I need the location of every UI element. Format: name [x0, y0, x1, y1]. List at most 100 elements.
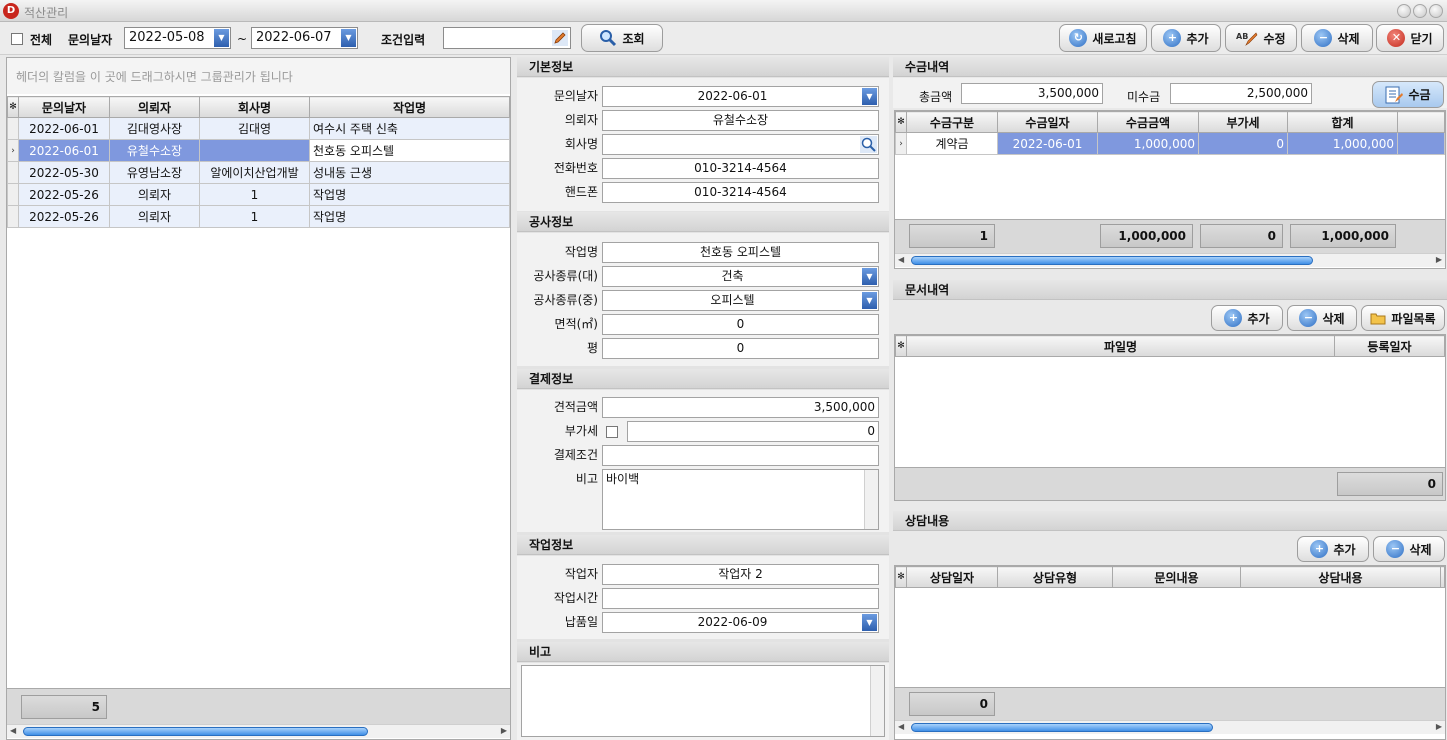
cell-sum[interactable]: 1,000,000	[1287, 132, 1398, 155]
search-button[interactable]: 조회	[581, 24, 663, 52]
column-header[interactable]: 수금일자	[997, 111, 1098, 133]
horizontal-scrollbar[interactable]: ◀ ▶	[895, 720, 1445, 734]
column-header[interactable]	[1397, 111, 1445, 133]
cell-job[interactable]: 성내동 근생	[309, 161, 510, 184]
chevron-down-icon[interactable]: ▼	[862, 292, 877, 309]
column-header[interactable]: 등록일자	[1334, 335, 1445, 357]
scrollbar-thumb[interactable]	[911, 723, 1213, 732]
column-header[interactable]: 수금금액	[1097, 111, 1199, 133]
column-header[interactable]: 합계	[1287, 111, 1398, 133]
consult-delete-button[interactable]: − 삭제	[1373, 536, 1445, 562]
column-header[interactable]	[1440, 566, 1445, 588]
type-mid-select[interactable]: 오피스텔 ▼	[602, 290, 879, 311]
column-header[interactable]: 문의날자	[18, 96, 110, 118]
cell-company[interactable]	[199, 139, 310, 162]
table-row[interactable]: 2022-05-30 유영남소장 알에이치산업개발 성내동 근생	[7, 161, 510, 184]
column-header[interactable]: 부가세	[1198, 111, 1288, 133]
refresh-button[interactable]: ↻ 새로고침	[1059, 24, 1147, 52]
collect-button[interactable]: 수금	[1372, 81, 1444, 108]
column-header[interactable]: 파일명	[906, 335, 1335, 357]
estimate-field[interactable]: 3,500,000	[602, 397, 879, 418]
consult-add-button[interactable]: + 추가	[1297, 536, 1369, 562]
cell-type[interactable]: 계약금	[906, 132, 998, 155]
column-header[interactable]: 상담일자	[906, 566, 998, 588]
cell-client[interactable]: 유철수소장	[109, 139, 200, 162]
vertical-scrollbar[interactable]	[870, 666, 884, 736]
column-header[interactable]: 상담유형	[997, 566, 1113, 588]
remarks-textarea[interactable]	[521, 665, 885, 737]
vertical-scrollbar[interactable]	[864, 470, 878, 529]
company-field[interactable]	[602, 134, 879, 155]
maximize-button[interactable]	[1413, 4, 1427, 18]
edit-button[interactable]: AB 수정	[1225, 24, 1297, 52]
table-row[interactable]: 2022-05-26 의뢰자 1 작업명	[7, 205, 510, 228]
close-button[interactable]: ✕ 닫기	[1376, 24, 1444, 52]
table-row-selected[interactable]: › 2022-06-01 유철수소장 천호동 오피스텔	[7, 139, 510, 162]
area-field[interactable]: 0	[602, 314, 879, 335]
chevron-down-icon[interactable]: ▼	[862, 268, 877, 285]
document-add-button[interactable]: + 추가	[1211, 305, 1283, 331]
window-close-button[interactable]	[1429, 4, 1443, 18]
cell-amount[interactable]: 1,000,000	[1097, 132, 1199, 155]
delete-button[interactable]: − 삭제	[1301, 24, 1373, 52]
scrollbar-thumb[interactable]	[23, 727, 368, 736]
payment-note-textarea[interactable]: 바이백	[602, 469, 879, 530]
date-from-picker[interactable]: 2022-05-08 ▼	[124, 27, 231, 49]
cell-company[interactable]: 알에이치산업개발	[199, 161, 310, 184]
cell-client[interactable]: 유영남소장	[109, 161, 200, 184]
cell-company[interactable]: 1	[199, 205, 310, 228]
scroll-left-icon[interactable]: ◀	[898, 722, 904, 731]
column-header[interactable]: 의뢰자	[109, 96, 200, 118]
date-to-picker[interactable]: 2022-06-07 ▼	[251, 27, 358, 49]
chevron-down-icon[interactable]: ▼	[862, 614, 877, 631]
payment-terms-field[interactable]	[602, 445, 879, 466]
chevron-down-icon[interactable]: ▼	[341, 29, 356, 47]
chevron-down-icon[interactable]: ▼	[862, 88, 877, 105]
cell-job[interactable]: 작업명	[309, 183, 510, 206]
worker-field[interactable]: 작업자 2	[602, 564, 879, 585]
table-row[interactable]: 2022-06-01 김대영사장 김대영 여수시 주택 신축	[7, 117, 510, 140]
cell-date[interactable]: 2022-06-01	[18, 139, 110, 162]
cell-date[interactable]: 2022-06-01	[18, 117, 110, 140]
chevron-down-icon[interactable]: ▼	[214, 29, 229, 47]
mobile-field[interactable]: 010-3214-4564	[602, 182, 879, 203]
pencil-icon[interactable]	[552, 30, 568, 46]
table-row-selected[interactable]: › 계약금 2022-06-01 1,000,000 0 1,000,000	[895, 132, 1445, 155]
pyeong-field[interactable]: 0	[602, 338, 879, 359]
scroll-right-icon[interactable]: ▶	[1436, 722, 1442, 731]
document-delete-button[interactable]: − 삭제	[1287, 305, 1357, 331]
file-list-button[interactable]: 파일목록	[1361, 305, 1445, 331]
client-field[interactable]: 유철수소장	[602, 110, 879, 131]
cell-job[interactable]: 여수시 주택 신축	[309, 117, 510, 140]
scroll-right-icon[interactable]: ▶	[501, 726, 507, 735]
cell-client[interactable]: 의뢰자	[109, 205, 200, 228]
column-header[interactable]: 상담내용	[1240, 566, 1441, 588]
table-row[interactable]: 2022-05-26 의뢰자 1 작업명	[7, 183, 510, 206]
delivery-date-select[interactable]: 2022-06-09 ▼	[602, 612, 879, 633]
column-header[interactable]: 작업명	[309, 96, 510, 118]
cell-company[interactable]: 1	[199, 183, 310, 206]
phone-field[interactable]: 010-3214-4564	[602, 158, 879, 179]
add-button[interactable]: + 추가	[1151, 24, 1221, 52]
search-icon[interactable]	[860, 136, 877, 153]
scroll-left-icon[interactable]: ◀	[10, 726, 16, 735]
cell-date[interactable]: 2022-05-26	[18, 183, 110, 206]
cell-client[interactable]: 의뢰자	[109, 183, 200, 206]
scroll-left-icon[interactable]: ◀	[898, 255, 904, 264]
condition-input[interactable]	[443, 27, 571, 49]
horizontal-scrollbar[interactable]: ◀ ▶	[7, 724, 510, 738]
cell-client[interactable]: 김대영사장	[109, 117, 200, 140]
work-time-field[interactable]	[602, 588, 879, 609]
scroll-right-icon[interactable]: ▶	[1436, 255, 1442, 264]
cell-date[interactable]: 2022-05-30	[18, 161, 110, 184]
cell-job[interactable]: 천호동 오피스텔	[309, 139, 510, 162]
cell-company[interactable]: 김대영	[199, 117, 310, 140]
cell-vat[interactable]: 0	[1198, 132, 1288, 155]
type-major-select[interactable]: 건축 ▼	[602, 266, 879, 287]
scrollbar-thumb[interactable]	[911, 256, 1313, 265]
column-header[interactable]: 문의내용	[1112, 566, 1241, 588]
column-header[interactable]: 수금구분	[906, 111, 998, 133]
cell-job[interactable]: 작업명	[309, 205, 510, 228]
all-checkbox[interactable]	[11, 33, 23, 45]
cell-date[interactable]: 2022-05-26	[18, 205, 110, 228]
